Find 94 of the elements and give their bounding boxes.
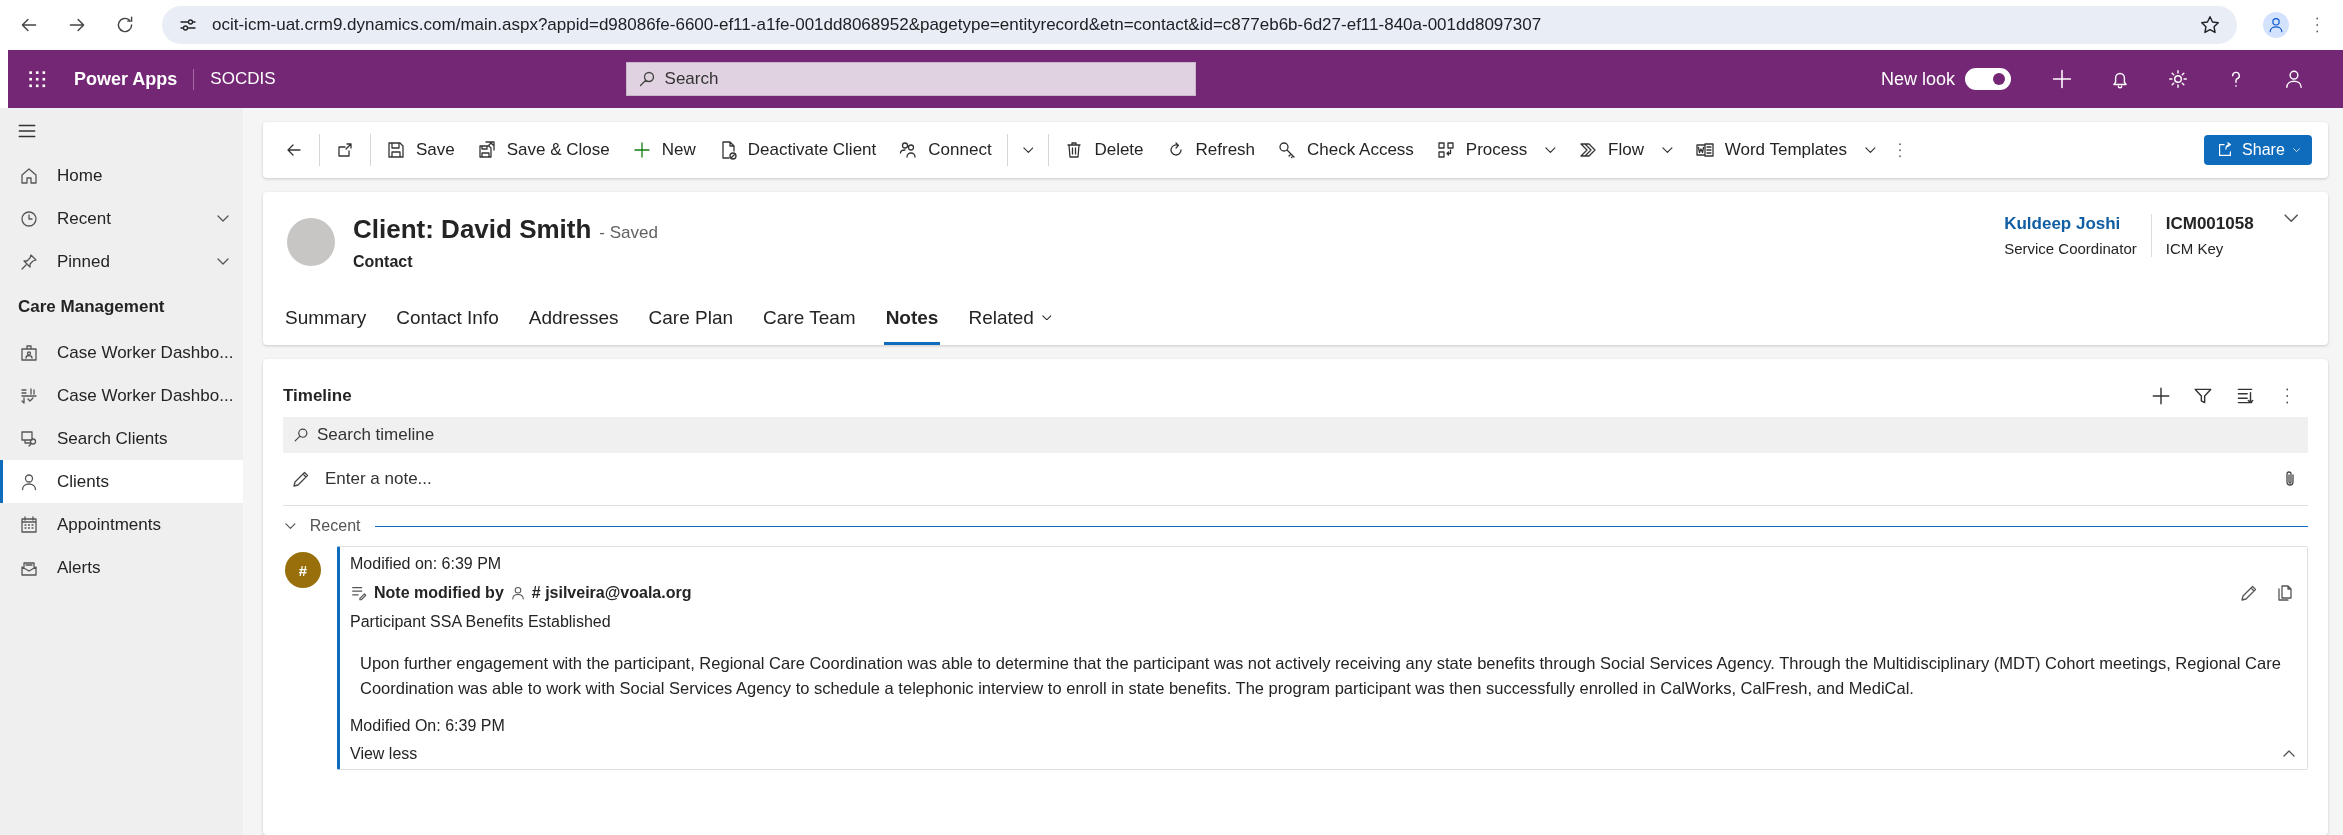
avatar-placeholder [287, 218, 335, 266]
chevron-down-icon [1041, 314, 1052, 321]
chevron-down-icon [217, 215, 229, 222]
sidebar-item[interactable]: Alerts [0, 546, 243, 589]
sidebar-item[interactable]: Recent [0, 197, 243, 240]
search-field[interactable]: Search [625, 62, 1196, 96]
plus-icon [2150, 385, 2172, 407]
modified-time: Modified on: 6:39 PM [350, 555, 503, 573]
command-button[interactable]: New [620, 130, 707, 170]
chevron-down-icon [1022, 146, 1034, 154]
star-icon [2198, 14, 2221, 36]
process-icon [1435, 140, 1456, 160]
more-icon [1897, 142, 1902, 158]
sidebar-item[interactable]: Clients [0, 460, 243, 503]
note-body: Upon further engagement with the participant, Regional Care Coordination was able to determine that the participant was not actively receiving any state benefits through Social Services Agency. Through the Multidisciplinary (MDT) Cohort meetings, Regional Care Coordination was able to work with Social Services Agency to schedule a telephonic interview to enroll in state benefits. The program participant was then successfully enrolled in CalWorks, CalFresh, and MediCal. [360, 653, 2282, 699]
sidebar-item[interactable]: Case Worker Dashbo... [0, 331, 243, 374]
expand-header-button[interactable] [2283, 214, 2298, 223]
copy-button[interactable] [2275, 583, 2295, 603]
save-icon [386, 140, 406, 160]
app-launcher-icon[interactable] [26, 68, 48, 90]
sidebar-item[interactable]: Pinned [0, 240, 243, 283]
command-button[interactable]: Check Access [1266, 130, 1425, 170]
plus-icon [2050, 67, 2074, 91]
timeline-title: Timeline [283, 386, 353, 406]
person-icon [19, 471, 39, 492]
id-badge-icon [19, 342, 39, 363]
tab[interactable]: Contact Info [394, 293, 501, 345]
popout-icon [335, 140, 355, 160]
person-icon [509, 585, 526, 601]
command-button[interactable]: Process [1424, 130, 1568, 170]
key-label: ICM Key [2165, 240, 2225, 257]
chevron-down-icon [1661, 146, 1673, 154]
save-close-icon [476, 140, 497, 160]
avatar-badge: # [285, 552, 321, 588]
calendar-icon [19, 514, 39, 535]
command-button[interactable]: Refresh [1154, 130, 1267, 170]
owner-role: Service Coordinator [2004, 240, 2137, 257]
people-icon [898, 140, 919, 160]
edit-button[interactable] [2239, 583, 2259, 603]
chevron-up-icon [2283, 750, 2295, 757]
owner-link[interactable]: Kuldeep Joshi [2004, 214, 2137, 234]
tab[interactable]: Care Team [761, 293, 858, 345]
chevron-down-icon [2292, 147, 2300, 153]
group-header[interactable]: Recent [283, 506, 2308, 546]
more-icon [2314, 16, 2319, 34]
tab[interactable]: Summary [283, 293, 369, 345]
chevron-down-icon [285, 522, 296, 530]
new-look-toggle[interactable] [1965, 68, 2011, 90]
save-status: - Saved [599, 223, 658, 242]
command-button[interactable]: Deactivate Client [706, 130, 888, 170]
tab[interactable]: Addresses [526, 293, 621, 345]
note-author: # jsilveira@voala.org [531, 584, 692, 602]
new-look-label: New look [1880, 68, 1955, 90]
note-heading: Note modified by [374, 584, 504, 602]
tab[interactable]: Care Plan [646, 293, 736, 345]
note-icon [350, 584, 368, 602]
share-button[interactable]: Share [2204, 135, 2312, 165]
section-heading: Care Management [17, 296, 166, 318]
tab[interactable]: Related [966, 293, 1054, 345]
chevron-down-icon [2283, 214, 2298, 223]
sidebar-item[interactable]: Search Clients [0, 417, 243, 460]
copy-icon [2275, 583, 2295, 603]
tab[interactable]: Notes [883, 293, 941, 345]
app-name[interactable]: Power Apps [74, 68, 195, 90]
settings-icon [2167, 68, 2189, 90]
modified-time: Modified On: 6:39 PM [350, 716, 506, 735]
command-button[interactable]: Flow [1567, 130, 1684, 170]
timeline-search-field[interactable]: Search timeline [283, 417, 2308, 453]
person-icon [2283, 68, 2305, 90]
command-button[interactable]: Connect [887, 130, 1003, 170]
more-icon [2284, 387, 2290, 405]
chevron-down-icon [217, 258, 229, 265]
command-button[interactable]: Word Templates [1683, 130, 1887, 170]
clock-icon [19, 208, 39, 229]
sidebar-item[interactable]: Appointments [0, 503, 243, 546]
command-button[interactable]: Delete [1053, 130, 1155, 170]
sidebar-item[interactable]: Case Worker Dashbo... [0, 374, 243, 417]
pencil-icon [2239, 583, 2259, 603]
view-toggle-link[interactable]: View less [350, 744, 418, 763]
search-window-icon [19, 428, 39, 449]
record-title: Client: David Smith [353, 214, 592, 244]
note-input-field[interactable]: Enter a note... [323, 460, 2268, 498]
command-button[interactable]: Save [375, 130, 466, 170]
command-button[interactable]: Save & Close [465, 130, 621, 170]
sidebar-item[interactable]: Home [0, 154, 243, 197]
chevron-down-icon [1545, 146, 1557, 154]
word-document-icon [1694, 140, 1715, 160]
environment-name: SOCDIS [210, 69, 276, 89]
note-subject: Participant SSA Benefits Established [350, 613, 612, 631]
entity-name: Contact [353, 253, 414, 271]
key-value: ICM001058 [2165, 214, 2254, 234]
address-bar[interactable]: ocit-icm-uat.crm9.dynamics.com/main.aspx?appid=d98086fe-6600-ef11-a1fe-001dd8068952&pagetype=entityrecord&etn=contact&id=c877eb6b-6d27-ef11-840a-001dd8097307 [162, 6, 2237, 44]
pencil-icon [291, 469, 311, 489]
chevron-down-icon [1865, 146, 1876, 154]
